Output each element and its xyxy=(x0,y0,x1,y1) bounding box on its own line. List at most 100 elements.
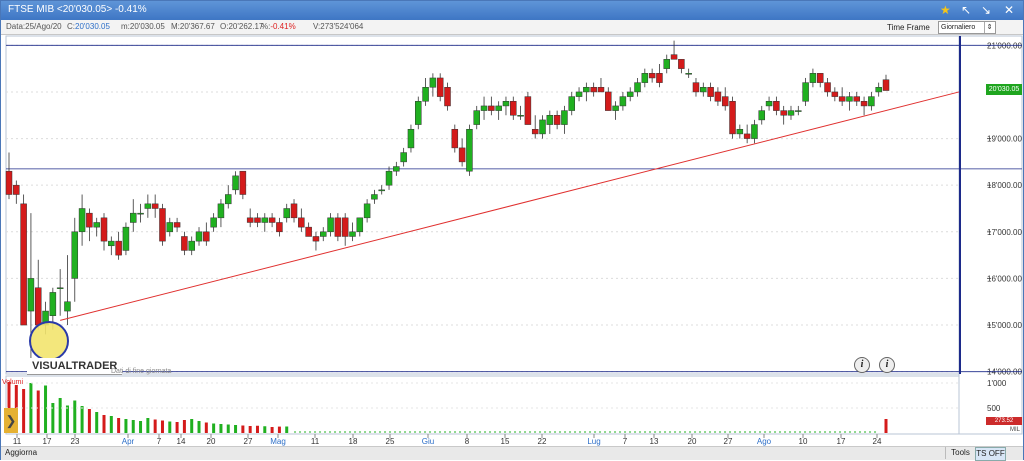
candle-up xyxy=(575,91,583,97)
last-volume-tag: 273.52 xyxy=(986,417,1022,425)
candle-up xyxy=(626,91,634,97)
x-tick-label: 23 xyxy=(71,437,80,446)
volume-bar xyxy=(95,412,99,433)
candle-up xyxy=(363,203,371,219)
candle-up xyxy=(765,101,773,107)
price-tick-label: 14'000.00 xyxy=(987,368,1022,377)
volume-tick-label: 500 xyxy=(987,404,1001,413)
info-button-2[interactable]: i xyxy=(879,357,895,373)
candle-down xyxy=(553,115,561,125)
low-highlight-circle[interactable] xyxy=(29,321,69,361)
candle-up xyxy=(619,96,627,107)
volume-bar xyxy=(36,390,40,433)
candle-up xyxy=(415,101,422,125)
x-tick-label: 7 xyxy=(623,437,628,446)
candle-up xyxy=(685,73,692,75)
price-tick-label: 17'000.00 xyxy=(987,228,1022,237)
candle-down xyxy=(86,212,93,228)
candle-down xyxy=(670,54,678,60)
price-chart[interactable]: 21'000.00 19'000.00 18'000.00 17'000.00 16'0… xyxy=(1,1,1023,446)
ts-off-button[interactable]: TS OFF xyxy=(975,447,1006,461)
volume-bar xyxy=(197,421,201,433)
x-tick-label: 27 xyxy=(244,437,253,446)
volume-bar xyxy=(22,389,26,433)
candle-down xyxy=(648,73,656,79)
candle-down xyxy=(773,101,780,111)
candle-down xyxy=(181,236,188,251)
volume-bar xyxy=(58,398,62,433)
volume-bar xyxy=(87,409,91,433)
candle-down xyxy=(173,222,181,228)
candle-up xyxy=(378,189,385,192)
last-price-tag: 20'030.05 xyxy=(986,84,1022,95)
tools-button[interactable]: Tools xyxy=(945,447,975,459)
info-button-1[interactable]: i xyxy=(854,357,870,373)
candle-down xyxy=(5,170,13,195)
candle-up xyxy=(787,110,795,116)
candle-up xyxy=(568,96,575,111)
x-tick-label: 11 xyxy=(311,437,320,446)
x-tick-label: 17 xyxy=(837,437,846,446)
volume-bar xyxy=(102,415,106,433)
candle-up xyxy=(751,124,758,139)
volume-bar xyxy=(270,427,274,433)
candle-down xyxy=(276,222,283,233)
data-source-note: Dati di fine giornata xyxy=(111,368,172,375)
volume-bar xyxy=(234,425,238,433)
candle-up xyxy=(736,128,744,135)
candle-down xyxy=(605,91,612,111)
candle-down xyxy=(831,91,839,97)
candle-up xyxy=(78,208,86,233)
candle-down xyxy=(882,79,890,91)
price-tick-label: 19'000.00 xyxy=(987,135,1022,144)
volume-bar xyxy=(124,419,128,433)
candle-up xyxy=(561,110,568,125)
x-tick-label: 25 xyxy=(386,437,395,446)
volume-bar xyxy=(44,385,48,433)
candle-down xyxy=(334,217,342,237)
candle-down xyxy=(510,101,517,116)
candle-down xyxy=(312,236,320,242)
x-tick-label: 24 xyxy=(873,437,882,446)
candle-up xyxy=(868,96,875,107)
refresh-button[interactable]: Aggiorna xyxy=(5,448,37,457)
volume-tick-label: 1'000 xyxy=(987,379,1007,388)
candle-up xyxy=(473,110,480,125)
candle-up xyxy=(122,226,130,251)
candle-up xyxy=(188,240,195,251)
expand-panel-icon[interactable]: ❯ xyxy=(4,408,18,433)
volume-bar xyxy=(139,421,143,433)
volume-bar xyxy=(146,418,150,433)
candle-down xyxy=(34,287,42,326)
x-tick-label: 13 xyxy=(650,437,659,446)
candle-down xyxy=(100,217,108,242)
visualtrader-logo: VISUALTRADER xyxy=(27,358,123,375)
candle-down xyxy=(341,217,349,237)
candle-down xyxy=(531,128,539,135)
x-tick-label: 14 xyxy=(177,437,186,446)
candle-down xyxy=(290,203,298,219)
candle-down xyxy=(13,184,20,195)
volume-bar xyxy=(65,405,69,433)
candle-down xyxy=(159,208,166,242)
candle-down xyxy=(860,101,868,107)
x-tick-label: 22 xyxy=(538,437,547,446)
volume-bar xyxy=(73,400,77,433)
candle-down xyxy=(246,217,254,223)
candle-down xyxy=(838,96,846,102)
candle-up xyxy=(795,110,802,112)
chart-window: FTSE MIB <20'030.05> -0.41% ★ ↖ ↘ ✕ Data… xyxy=(0,0,1024,461)
candle-up xyxy=(612,105,619,111)
candle-up xyxy=(758,110,766,121)
candle-down xyxy=(239,170,247,195)
volume-bar xyxy=(277,426,281,433)
candle-down xyxy=(729,101,736,135)
x-tick-label: 20 xyxy=(207,437,216,446)
volume-bar xyxy=(109,416,113,433)
x-tick-label: 10 xyxy=(799,437,808,446)
candle-up xyxy=(517,115,524,117)
price-tick-label: 18'000.00 xyxy=(987,181,1022,190)
candle-up xyxy=(261,217,269,223)
candle-down xyxy=(451,128,459,149)
candle-up xyxy=(93,222,100,228)
